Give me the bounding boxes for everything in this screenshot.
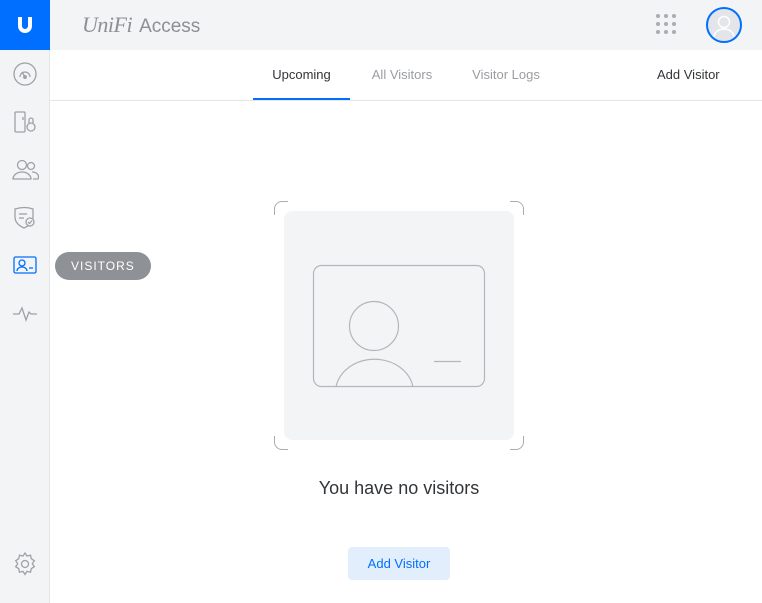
ubiquiti-logo-icon [18, 17, 32, 33]
sidebar-item-access-policies[interactable] [11, 203, 39, 231]
brand-access-text: Access [139, 16, 201, 37]
top-bar: UniFi Access [50, 0, 762, 50]
access-policy-icon [14, 206, 35, 229]
sidebar-item-visitors[interactable] [11, 251, 39, 279]
visitor-placeholder-card [284, 211, 514, 440]
doors-icon [14, 111, 36, 133]
dashboard-icon [13, 62, 37, 86]
app-switcher-button[interactable] [655, 13, 677, 35]
users-icon [12, 159, 39, 180]
add-visitor-button[interactable]: Add Visitor [348, 547, 450, 580]
tab-visitor-logs[interactable]: Visitor Logs [464, 50, 548, 100]
sidebar-item-dashboard[interactable] [11, 60, 39, 88]
empty-state-message: You have no visitors [318, 478, 480, 498]
sidebar-item-activity[interactable] [11, 299, 39, 327]
user-avatar[interactable] [706, 7, 742, 43]
ubiquiti-logo[interactable] [0, 0, 50, 50]
brand-unifi-text: UniFi [82, 12, 133, 37]
brand-logo[interactable]: UniFi Access [82, 12, 200, 40]
sidebar-tooltip: VISITORS [55, 252, 151, 280]
tab-bar: Upcoming All Visitors Visitor Logs Add V… [50, 50, 762, 101]
add-visitor-link[interactable]: Add Visitor [657, 50, 720, 100]
grid-icon [656, 14, 676, 34]
tab-all-visitors[interactable]: All Visitors [364, 50, 440, 100]
visitor-badge-icon [312, 264, 486, 388]
settings-icon [14, 551, 36, 576]
visitors-icon [13, 256, 37, 274]
sidebar-item-settings[interactable] [11, 550, 39, 578]
active-tab-indicator [253, 98, 350, 100]
sidebar-item-users[interactable] [11, 155, 39, 183]
user-icon [713, 15, 735, 38]
tab-upcoming[interactable]: Upcoming [253, 50, 350, 100]
sidebar-item-doors[interactable] [11, 108, 39, 136]
app-root: VISITORS UniFi Access Upcoming All Visit… [0, 0, 762, 603]
sidebar: VISITORS [0, 0, 151, 603]
activity-icon [13, 306, 37, 322]
